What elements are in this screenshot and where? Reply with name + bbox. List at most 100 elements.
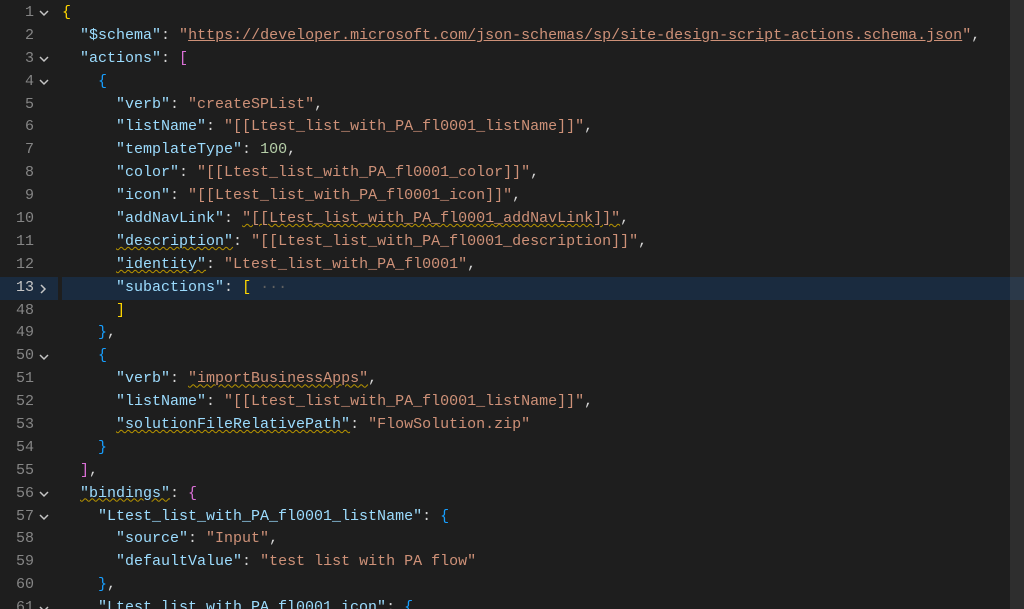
gutter-line: 6 <box>0 116 58 139</box>
code-line[interactable]: "subactions": [ ··· <box>62 277 1024 300</box>
scrollbar-thumb[interactable] <box>1010 0 1024 609</box>
fold-expanded-icon[interactable] <box>34 488 52 500</box>
punctuation: : <box>422 506 440 529</box>
punctuation: , <box>368 368 377 391</box>
json-key: "solutionFileRelativePath" <box>116 414 350 437</box>
line-number: 8 <box>8 162 34 185</box>
code-line[interactable]: "addNavLink": "[[Ltest_list_with_PA_fl00… <box>62 208 1024 231</box>
code-line[interactable]: "description": "[[Ltest_list_with_PA_fl0… <box>62 231 1024 254</box>
code-line[interactable]: "color": "[[Ltest_list_with_PA_fl0001_co… <box>62 162 1024 185</box>
code-line[interactable]: }, <box>62 322 1024 345</box>
json-string: "test list with PA flow" <box>260 551 476 574</box>
code-line[interactable]: { <box>62 345 1024 368</box>
code-line[interactable]: "solutionFileRelativePath": "FlowSolutio… <box>62 414 1024 437</box>
json-key: "actions" <box>80 48 161 71</box>
code-line[interactable]: "icon": "[[Ltest_list_with_PA_fl0001_ico… <box>62 185 1024 208</box>
code-line[interactable]: { <box>62 71 1024 94</box>
punctuation: ] <box>116 300 125 323</box>
line-number: 54 <box>8 437 34 460</box>
fold-expanded-icon[interactable] <box>34 7 52 19</box>
json-key: "listName" <box>116 116 206 139</box>
fold-expanded-icon[interactable] <box>34 53 52 65</box>
code-line[interactable]: "verb": "createSPList", <box>62 94 1024 117</box>
punctuation: : <box>206 254 224 277</box>
punctuation <box>62 71 98 94</box>
punctuation: : <box>386 597 404 609</box>
json-number: 100 <box>260 139 287 162</box>
gutter-line: 60 <box>0 574 58 597</box>
json-key: "source" <box>116 528 188 551</box>
line-number: 55 <box>8 460 34 483</box>
fold-expanded-icon[interactable] <box>34 351 52 363</box>
code-line[interactable]: "defaultValue": "test list with PA flow" <box>62 551 1024 574</box>
punctuation: { <box>98 71 107 94</box>
punctuation: : <box>170 185 188 208</box>
code-line[interactable]: }, <box>62 574 1024 597</box>
line-number: 57 <box>8 506 34 529</box>
fold-expanded-icon[interactable] <box>34 603 52 609</box>
code-line[interactable]: { <box>62 2 1024 25</box>
json-string: "importBusinessApps" <box>188 368 368 391</box>
punctuation <box>62 391 116 414</box>
code-line[interactable]: "listName": "[[Ltest_list_with_PA_fl0001… <box>62 116 1024 139</box>
code-line[interactable]: "actions": [ <box>62 48 1024 71</box>
punctuation: { <box>62 2 71 25</box>
punctuation: , <box>584 391 593 414</box>
json-key: "$schema" <box>80 25 161 48</box>
code-line[interactable]: "templateType": 100, <box>62 139 1024 162</box>
code-line[interactable]: "verb": "importBusinessApps", <box>62 368 1024 391</box>
code-line[interactable]: "bindings": { <box>62 483 1024 506</box>
punctuation: } <box>98 437 107 460</box>
punctuation: } <box>98 574 107 597</box>
gutter-line: 13 <box>0 277 58 300</box>
code-line[interactable]: "source": "Input", <box>62 528 1024 551</box>
line-number: 61 <box>8 597 34 609</box>
fold-expanded-icon[interactable] <box>34 76 52 88</box>
punctuation <box>62 597 98 609</box>
json-string: "Input" <box>206 528 269 551</box>
code-line[interactable]: "Ltest_list_with_PA_fl0001_icon": { <box>62 597 1024 609</box>
code-line[interactable]: ] <box>62 300 1024 323</box>
gutter-line: 8 <box>0 162 58 185</box>
code-line[interactable]: ], <box>62 460 1024 483</box>
gutter-line: 49 <box>0 322 58 345</box>
punctuation <box>62 483 80 506</box>
punctuation <box>62 506 98 529</box>
punctuation: : <box>233 231 251 254</box>
gutter-line: 57 <box>0 506 58 529</box>
json-string: "createSPList" <box>188 94 314 117</box>
code-line[interactable]: "Ltest_list_with_PA_fl0001_listName": { <box>62 506 1024 529</box>
gutter-line: 1 <box>0 2 58 25</box>
gutter-line: 58 <box>0 528 58 551</box>
line-number: 49 <box>8 322 34 345</box>
code-line[interactable]: "listName": "[[Ltest_list_with_PA_fl0001… <box>62 391 1024 414</box>
punctuation: , <box>620 208 629 231</box>
code-line[interactable]: "$schema": "https://developer.microsoft.… <box>62 25 1024 48</box>
vertical-scrollbar[interactable] <box>1010 0 1024 609</box>
fold-expanded-icon[interactable] <box>34 511 52 523</box>
line-number: 58 <box>8 528 34 551</box>
gutter-line: 4 <box>0 71 58 94</box>
code-area[interactable]: { "$schema": "https://developer.microsof… <box>58 0 1024 609</box>
punctuation: : <box>350 414 368 437</box>
punctuation: : <box>170 368 188 391</box>
gutter-line: 12 <box>0 254 58 277</box>
code-editor[interactable]: 1234567891011121348495051525354555657585… <box>0 0 1024 609</box>
code-line[interactable]: } <box>62 437 1024 460</box>
gutter-line: 10 <box>0 208 58 231</box>
punctuation <box>62 94 116 117</box>
line-number: 13 <box>8 277 34 300</box>
punctuation <box>62 551 116 574</box>
line-number: 1 <box>8 2 34 25</box>
punctuation: [ <box>242 277 251 300</box>
punctuation <box>62 254 116 277</box>
punctuation: : <box>161 48 179 71</box>
punctuation <box>62 25 80 48</box>
gutter-line: 55 <box>0 460 58 483</box>
code-line[interactable]: "identity": "Ltest_list_with_PA_fl0001", <box>62 254 1024 277</box>
fold-collapsed-icon[interactable] <box>34 282 52 294</box>
punctuation: : <box>161 25 179 48</box>
json-string: "[[Ltest_list_with_PA_fl0001_icon]]" <box>188 185 512 208</box>
gutter-line: 5 <box>0 94 58 117</box>
gutter-line: 9 <box>0 185 58 208</box>
